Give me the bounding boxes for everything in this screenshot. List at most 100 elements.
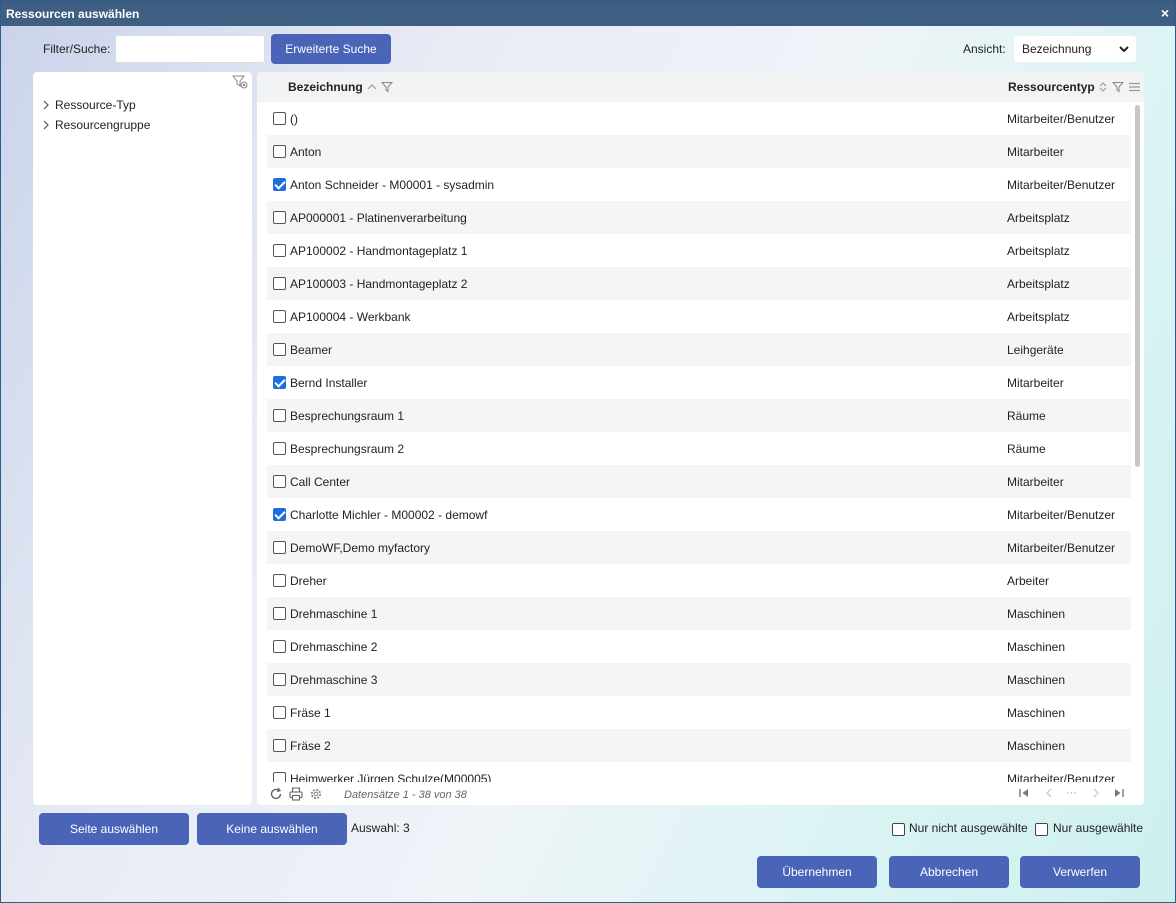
print-icon[interactable] bbox=[289, 787, 303, 801]
table-row[interactable]: Fräse 2 Maschinen bbox=[267, 729, 1131, 762]
table-row[interactable]: Charlotte Michler - M00002 - demowf Mitar… bbox=[267, 498, 1131, 531]
row-checkbox[interactable] bbox=[273, 145, 286, 158]
cell-ressourcentyp: Räume bbox=[1007, 408, 1046, 423]
only-selected-checkbox[interactable] bbox=[1035, 823, 1048, 836]
select-none-button[interactable]: Keine auswählen bbox=[197, 813, 347, 845]
row-checkbox[interactable] bbox=[273, 376, 286, 389]
row-checkbox[interactable] bbox=[273, 640, 286, 653]
gear-icon[interactable] bbox=[309, 787, 323, 801]
only-selected-label[interactable]: Nur ausgewählte bbox=[1053, 821, 1143, 835]
discard-button[interactable]: Verwerfen bbox=[1020, 856, 1140, 888]
refresh-icon[interactable] bbox=[269, 787, 283, 801]
last-page-icon[interactable] bbox=[1113, 787, 1125, 799]
cell-bezeichnung: AP100002 - Handmontageplatz 1 bbox=[290, 243, 468, 258]
row-checkbox[interactable] bbox=[273, 475, 286, 488]
cancel-button[interactable]: Abbrechen bbox=[889, 856, 1009, 888]
view-label: Ansicht: bbox=[963, 42, 1006, 56]
cell-bezeichnung: Fräse 1 bbox=[290, 705, 331, 720]
table-row[interactable]: Dreher Arbeiter bbox=[267, 564, 1131, 597]
cell-bezeichnung: Drehmaschine 1 bbox=[290, 606, 378, 621]
row-checkbox[interactable] bbox=[273, 673, 286, 686]
row-checkbox[interactable] bbox=[273, 112, 286, 125]
filter-search-input[interactable] bbox=[115, 35, 265, 63]
cell-ressourcentyp: Maschinen bbox=[1007, 705, 1066, 720]
row-checkbox[interactable] bbox=[273, 772, 286, 782]
cell-bezeichnung: Call Center bbox=[290, 474, 351, 489]
chevron-right-icon bbox=[43, 100, 49, 110]
table-row[interactable]: Beamer Leihgeräte bbox=[267, 333, 1131, 366]
filter-icon[interactable] bbox=[1111, 81, 1124, 93]
dialog-title: Ressourcen auswählen bbox=[6, 6, 140, 21]
row-checkbox[interactable] bbox=[273, 574, 286, 587]
cell-ressourcentyp: Mitarbeiter bbox=[1007, 375, 1064, 390]
table-row[interactable]: AP100003 - Handmontageplatz 2 Arbeitsplat… bbox=[267, 267, 1131, 300]
table-row[interactable]: Call Center Mitarbeiter bbox=[267, 465, 1131, 498]
table-row[interactable]: Heimwerker Jürgen Schulze(M00005) Mitarbe… bbox=[267, 762, 1131, 782]
cell-bezeichnung: Dreher bbox=[290, 573, 327, 588]
row-checkbox[interactable] bbox=[273, 343, 286, 356]
table-row[interactable]: DemoWF,Demo myfactory Mitarbeiter/Benutze… bbox=[267, 531, 1131, 564]
row-checkbox[interactable] bbox=[273, 607, 286, 620]
table-row[interactable]: Drehmaschine 2 Maschinen bbox=[267, 630, 1131, 663]
chevron-down-icon bbox=[1119, 46, 1129, 53]
table-row[interactable]: AP000001 - Platinenverarbeitung Arbeitspl… bbox=[267, 201, 1131, 234]
only-unselected-checkbox[interactable] bbox=[892, 823, 905, 836]
column-header-ressourcentyp[interactable]: Ressourcentyp bbox=[1008, 72, 1140, 102]
first-page-icon[interactable] bbox=[1018, 787, 1030, 799]
row-checkbox[interactable] bbox=[273, 706, 286, 719]
row-checkbox[interactable] bbox=[273, 178, 286, 191]
column-header-bezeichnung[interactable]: Bezeichnung bbox=[288, 72, 393, 102]
row-checkbox[interactable] bbox=[273, 508, 286, 521]
cell-ressourcentyp: Mitarbeiter/Benutzer bbox=[1007, 111, 1116, 126]
cell-ressourcentyp: Arbeitsplatz bbox=[1007, 276, 1070, 291]
table-row[interactable]: Drehmaschine 1 Maschinen bbox=[267, 597, 1131, 630]
cell-ressourcentyp: Arbeiter bbox=[1007, 573, 1050, 588]
sort-asc-icon[interactable] bbox=[367, 82, 377, 92]
row-checkbox[interactable] bbox=[273, 277, 286, 290]
only-unselected-label[interactable]: Nur nicht ausgewählte bbox=[909, 821, 1028, 835]
prev-page-icon[interactable] bbox=[1043, 787, 1055, 799]
row-checkbox[interactable] bbox=[273, 409, 286, 422]
cell-bezeichnung: Beamer bbox=[290, 342, 333, 357]
resource-grid: Bezeichnung Ressourcentyp () Mitarbeiter/… bbox=[257, 72, 1144, 805]
tree-item-ressource-typ[interactable]: Ressource-Typ bbox=[41, 98, 136, 112]
sort-both-icon[interactable] bbox=[1098, 81, 1108, 93]
cell-bezeichnung: DemoWF,Demo myfactory bbox=[290, 540, 431, 555]
vertical-scrollbar[interactable] bbox=[1135, 105, 1140, 467]
tree-item-label: Resourcengruppe bbox=[55, 118, 151, 132]
close-icon[interactable]: × bbox=[1161, 5, 1169, 21]
pager-ellipsis[interactable]: ··· bbox=[1066, 787, 1077, 799]
column-menu-icon[interactable] bbox=[1128, 82, 1140, 92]
table-row[interactable]: Besprechungsraum 2 Räume bbox=[267, 432, 1131, 465]
table-row[interactable]: AP100002 - Handmontageplatz 1 Arbeitsplat… bbox=[267, 234, 1131, 267]
select-page-button[interactable]: Seite auswählen bbox=[39, 813, 189, 845]
next-page-icon[interactable] bbox=[1090, 787, 1102, 799]
table-row[interactable]: Fräse 1 Maschinen bbox=[267, 696, 1131, 729]
row-checkbox[interactable] bbox=[273, 211, 286, 224]
cell-ressourcentyp: Mitarbeiter bbox=[1007, 474, 1064, 489]
filter-icon[interactable] bbox=[380, 81, 393, 93]
table-row[interactable]: Bernd Installer Mitarbeiter bbox=[267, 366, 1131, 399]
table-row[interactable]: Anton Mitarbeiter bbox=[267, 135, 1131, 168]
filter-reset-icon[interactable] bbox=[232, 75, 248, 89]
view-select[interactable]: Bezeichnung bbox=[1014, 36, 1136, 62]
row-checkbox[interactable] bbox=[273, 541, 286, 554]
table-row[interactable]: Besprechungsraum 1 Räume bbox=[267, 399, 1131, 432]
table-row[interactable]: () Mitarbeiter/Benutzer bbox=[267, 102, 1131, 135]
grid-header: Bezeichnung Ressourcentyp bbox=[257, 72, 1144, 102]
cell-bezeichnung: () bbox=[290, 111, 298, 126]
cell-ressourcentyp: Arbeitsplatz bbox=[1007, 210, 1070, 225]
advanced-search-button[interactable]: Erweiterte Suche bbox=[271, 34, 391, 64]
tree-item-resourcengruppe[interactable]: Resourcengruppe bbox=[41, 118, 150, 132]
chevron-right-icon bbox=[43, 120, 49, 130]
table-row[interactable]: Anton Schneider - M00001 - sysadmin Mitar… bbox=[267, 168, 1131, 201]
apply-button[interactable]: Übernehmen bbox=[757, 856, 877, 888]
row-checkbox[interactable] bbox=[273, 244, 286, 257]
table-row[interactable]: AP100004 - Werkbank Arbeitsplatz bbox=[267, 300, 1131, 333]
cell-bezeichnung: Drehmaschine 2 bbox=[290, 639, 378, 654]
row-checkbox[interactable] bbox=[273, 310, 286, 323]
row-checkbox[interactable] bbox=[273, 739, 286, 752]
row-checkbox[interactable] bbox=[273, 442, 286, 455]
cell-ressourcentyp: Mitarbeiter bbox=[1007, 144, 1064, 159]
table-row[interactable]: Drehmaschine 3 Maschinen bbox=[267, 663, 1131, 696]
